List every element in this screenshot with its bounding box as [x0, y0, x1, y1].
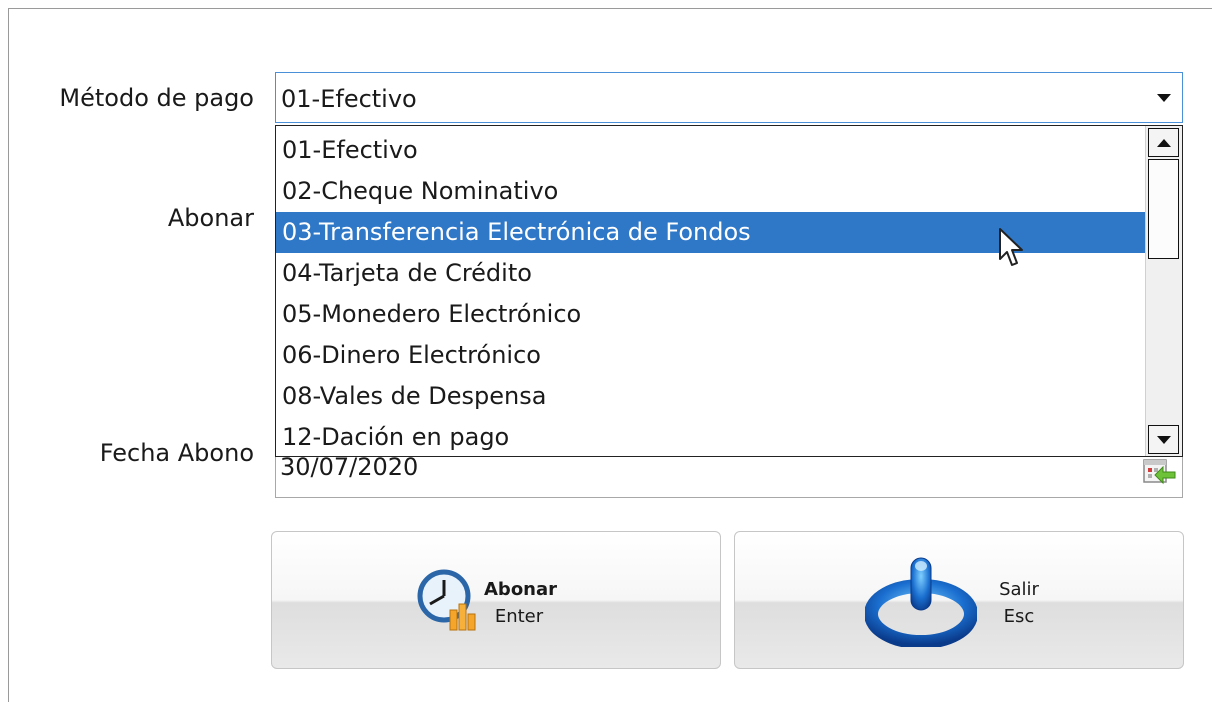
list-item[interactable]: 01-Efectivo [276, 130, 1146, 171]
calendar-arrow-icon[interactable] [1142, 455, 1176, 489]
payment-date-value: 30/07/2020 [280, 453, 419, 481]
abonar-button-label: Abonar [484, 579, 558, 600]
payment-date-label: Fecha Abono [99, 439, 254, 467]
list-item[interactable]: 12-Dación en pago [276, 417, 1146, 456]
salir-button-shortcut: Esc [1003, 606, 1035, 627]
payment-method-select[interactable]: 01-Efectivo [275, 72, 1183, 123]
salir-button-label: Salir [999, 579, 1039, 600]
scrollbar-thumb[interactable] [1148, 159, 1179, 259]
mouse-cursor-icon [999, 228, 1023, 266]
window-border-left [8, 8, 9, 702]
chevron-down-icon [1157, 93, 1171, 102]
power-icon [865, 557, 977, 647]
abonar-button[interactable]: Abonar Enter [271, 531, 721, 669]
amount-label: Abonar [167, 204, 254, 232]
list-item[interactable]: 08-Vales de Despensa [276, 376, 1146, 417]
clock-coins-icon [417, 569, 476, 631]
scroll-up-button[interactable] [1148, 128, 1179, 157]
abonar-button-shortcut: Enter [494, 606, 544, 627]
salir-button[interactable]: Salir Esc [734, 531, 1184, 669]
salir-button-text: Salir Esc [991, 576, 1047, 630]
list-item[interactable]: 06-Dinero Electrónico [276, 335, 1146, 376]
dropdown-toggle-button[interactable] [1146, 73, 1182, 122]
list-scrollbar[interactable] [1145, 126, 1182, 456]
abonar-button-text: Abonar Enter [484, 576, 558, 630]
window-border-top [8, 8, 1212, 9]
list-item[interactable]: 02-Cheque Nominativo [276, 171, 1146, 212]
scroll-down-button[interactable] [1148, 425, 1179, 454]
list-item[interactable]: 05-Monedero Electrónico [276, 294, 1146, 335]
payment-method-list[interactable]: 01-Efectivo 02-Cheque Nominativo 03-Transf… [275, 125, 1183, 457]
arrow-up-icon [1156, 138, 1171, 147]
arrow-down-icon [1156, 435, 1171, 444]
payment-method-label: Método de pago [59, 84, 254, 112]
option-list: 01-Efectivo 02-Cheque Nominativo 03-Transf… [276, 130, 1146, 456]
payment-method-value: 01-Efectivo [281, 85, 417, 113]
